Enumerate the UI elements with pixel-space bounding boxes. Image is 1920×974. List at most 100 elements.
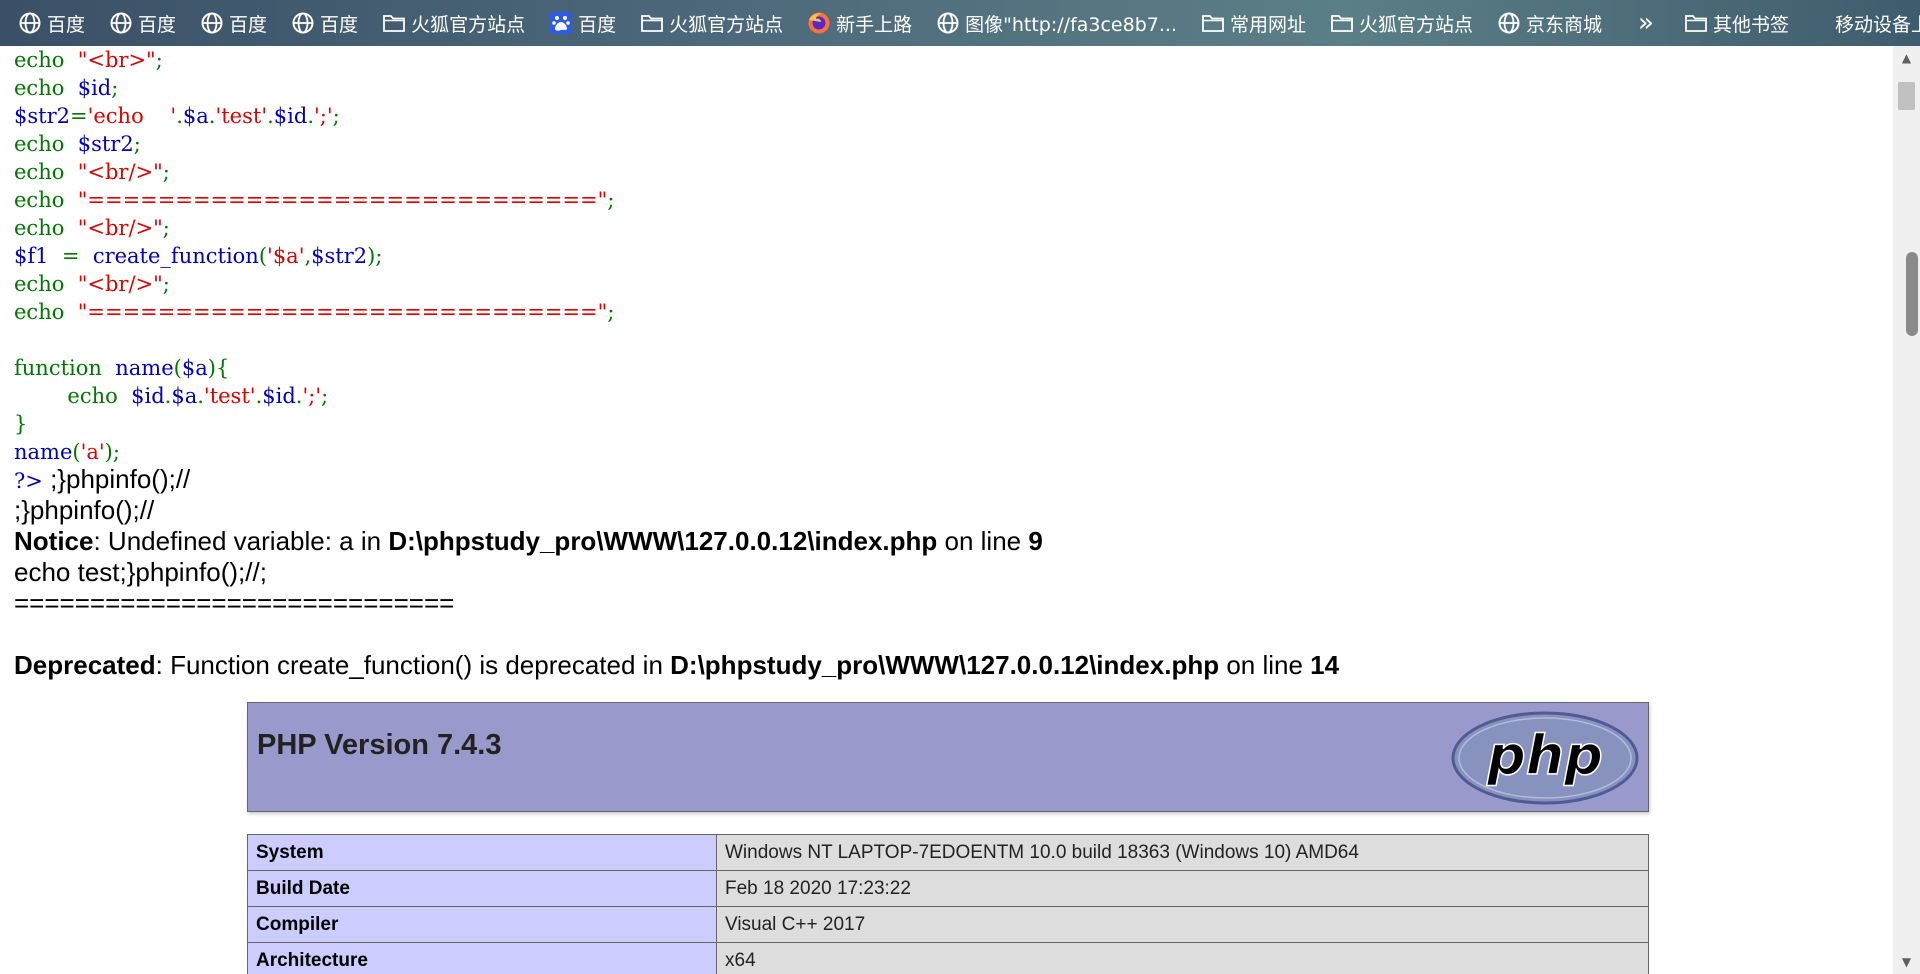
notice-message: Notice: Undefined variable: a in D:\phps… [14, 526, 1043, 557]
bookmark-label: 百度 [320, 13, 359, 36]
code-token: = [69, 104, 88, 128]
code-token: $a [182, 104, 209, 128]
bookmark-item-2[interactable]: 百度 [182, 0, 273, 46]
table-row: System Windows NT LAPTOP-7EDOENTM 10.0 bu… [247, 834, 1649, 871]
code-token: $f1 [14, 244, 62, 268]
code-token: echo [14, 300, 78, 324]
phpinfo-table: System Windows NT LAPTOP-7EDOENTM 10.0 bu… [247, 834, 1649, 974]
notice-label: Notice [14, 526, 94, 556]
php-source-listing: echo "<br>"; echo $id; $str2='echo '.$a.'t… [14, 46, 614, 466]
code-token: ; [133, 132, 141, 156]
code-line: echo $id; [14, 74, 614, 102]
code-token: ); [104, 440, 120, 464]
bookmark-item-0[interactable]: 百度 [0, 0, 91, 46]
output-line-2: ;}phpinfo();// [14, 495, 155, 525]
code-token: ; [111, 76, 119, 100]
info-key: Compiler [247, 906, 717, 943]
bookmark-label: 火狐官方站点 [411, 13, 526, 36]
globe-icon [109, 11, 133, 35]
code-line: echo "<br/>"; [14, 158, 614, 186]
code-line: name('a'); [14, 438, 614, 466]
code-token: echo [14, 76, 78, 100]
bookmark-item-11[interactable]: 京东商城 [1479, 0, 1608, 46]
globe-icon [291, 11, 315, 35]
bookmark-item-10[interactable]: 火狐官方站点 [1312, 0, 1479, 46]
code-token: name [115, 356, 174, 380]
table-row: Build Date Feb 18 2020 17:23:22 [247, 870, 1649, 907]
php-logo: php [1451, 711, 1639, 805]
bookmark-label: 百度 [47, 13, 86, 36]
code-token: ( [173, 356, 182, 380]
separator-output: ============================= [14, 588, 455, 618]
code-token: ); [367, 244, 383, 268]
code-token: . [197, 384, 204, 408]
code-token: = [61, 244, 93, 268]
code-token: ; [162, 160, 170, 184]
table-row: Architecture x64 [247, 942, 1649, 974]
code-token: ';' [302, 384, 322, 408]
code-token: $str2 [311, 244, 368, 268]
folder-icon [1684, 11, 1708, 35]
mobile-bookmarks-folder[interactable]: 移动设备上的书签 [1795, 0, 1920, 46]
bookmark-item-8[interactable]: 图像"http://fa3ce8b7... [918, 0, 1183, 46]
bookmark-item-4[interactable]: 火狐官方站点 [364, 0, 531, 46]
code-token: ( [72, 440, 81, 464]
code-token: ){ [207, 356, 230, 380]
chevron-up-icon[interactable]: ▲ [1893, 46, 1920, 70]
scrollbar-thumb[interactable] [1898, 82, 1915, 110]
code-token: "<br/>" [77, 160, 163, 184]
bookmark-item-3[interactable]: 百度 [273, 0, 364, 46]
info-value: Feb 18 2020 17:23:22 [716, 870, 1649, 907]
info-key: Architecture [247, 942, 717, 974]
code-token: 'test' [215, 104, 268, 128]
other-bookmarks-folder[interactable]: 其他书签 [1666, 0, 1795, 46]
bookmark-item-5[interactable]: 百度 [531, 0, 622, 46]
bookmark-label: 百度 [578, 13, 617, 36]
code-token: '$a' [267, 244, 305, 268]
code-line: echo "<br>"; [14, 46, 614, 74]
code-token: ';' [314, 104, 333, 128]
info-value: Windows NT LAPTOP-7EDOENTM 10.0 build 18… [716, 834, 1649, 871]
code-line: echo $str2; [14, 130, 614, 158]
code-token: "<br/>" [77, 216, 163, 240]
folder-icon [640, 11, 664, 35]
baidu-paw-icon [549, 11, 573, 35]
code-token: ; [162, 272, 170, 296]
deprecated-text: : Function create_function() is deprecat… [155, 650, 671, 680]
code-line: $f1 = create_function('$a',$str2); [14, 242, 614, 270]
output-line-1: ?> ;}phpinfo();// [14, 464, 190, 497]
bookmark-item-7[interactable]: 新手上路 [789, 0, 918, 46]
bookmark-item-9[interactable]: 常用网址 [1183, 0, 1312, 46]
bookmark-label: 百度 [229, 13, 268, 36]
other-bookmarks-label: 其他书签 [1712, 13, 1789, 36]
bookmark-label: 火狐官方站点 [669, 13, 784, 36]
bookmark-item-1[interactable]: 百度 [91, 0, 182, 46]
vertical-scrollbar[interactable]: ▲ ▼ [1893, 46, 1920, 974]
bookmark-label: 新手上路 [836, 13, 913, 36]
code-token: function [14, 356, 116, 380]
code-token: create_function [92, 244, 259, 268]
page-content: echo "<br>"; echo $id; $str2='echo '.$a.'t… [0, 46, 1893, 974]
bookmarks-right-group: » 其他书签 移动设备上的书签 [1608, 0, 1920, 46]
info-key: System [247, 834, 717, 871]
scrollbar-grip[interactable] [1906, 252, 1918, 336]
php-logo-text: php [1486, 724, 1603, 787]
deprecated-online: on line [1219, 650, 1311, 680]
bookmarks-overflow-chevron-icon[interactable]: » [1608, 8, 1666, 38]
code-token: "=============================" [77, 188, 608, 212]
bookmark-item-6[interactable]: 火狐官方站点 [622, 0, 789, 46]
bookmark-label: 火狐官方站点 [1359, 13, 1474, 36]
code-token: $id [262, 384, 296, 408]
code-token: . [307, 104, 315, 128]
chevron-down-icon[interactable]: ▼ [1893, 950, 1920, 974]
code-token: echo [14, 48, 78, 72]
globe-icon [1497, 11, 1521, 35]
code-token: . [176, 104, 183, 128]
code-line: function name($a){ [14, 354, 614, 382]
code-token: ; [321, 384, 329, 408]
code-token: ; [155, 48, 163, 72]
info-key: Build Date [247, 870, 717, 907]
code-token: "<br/>" [77, 272, 163, 296]
phpinfo-header: PHP Version 7.4.3 php [247, 702, 1649, 812]
code-token: 'test' [203, 384, 256, 408]
